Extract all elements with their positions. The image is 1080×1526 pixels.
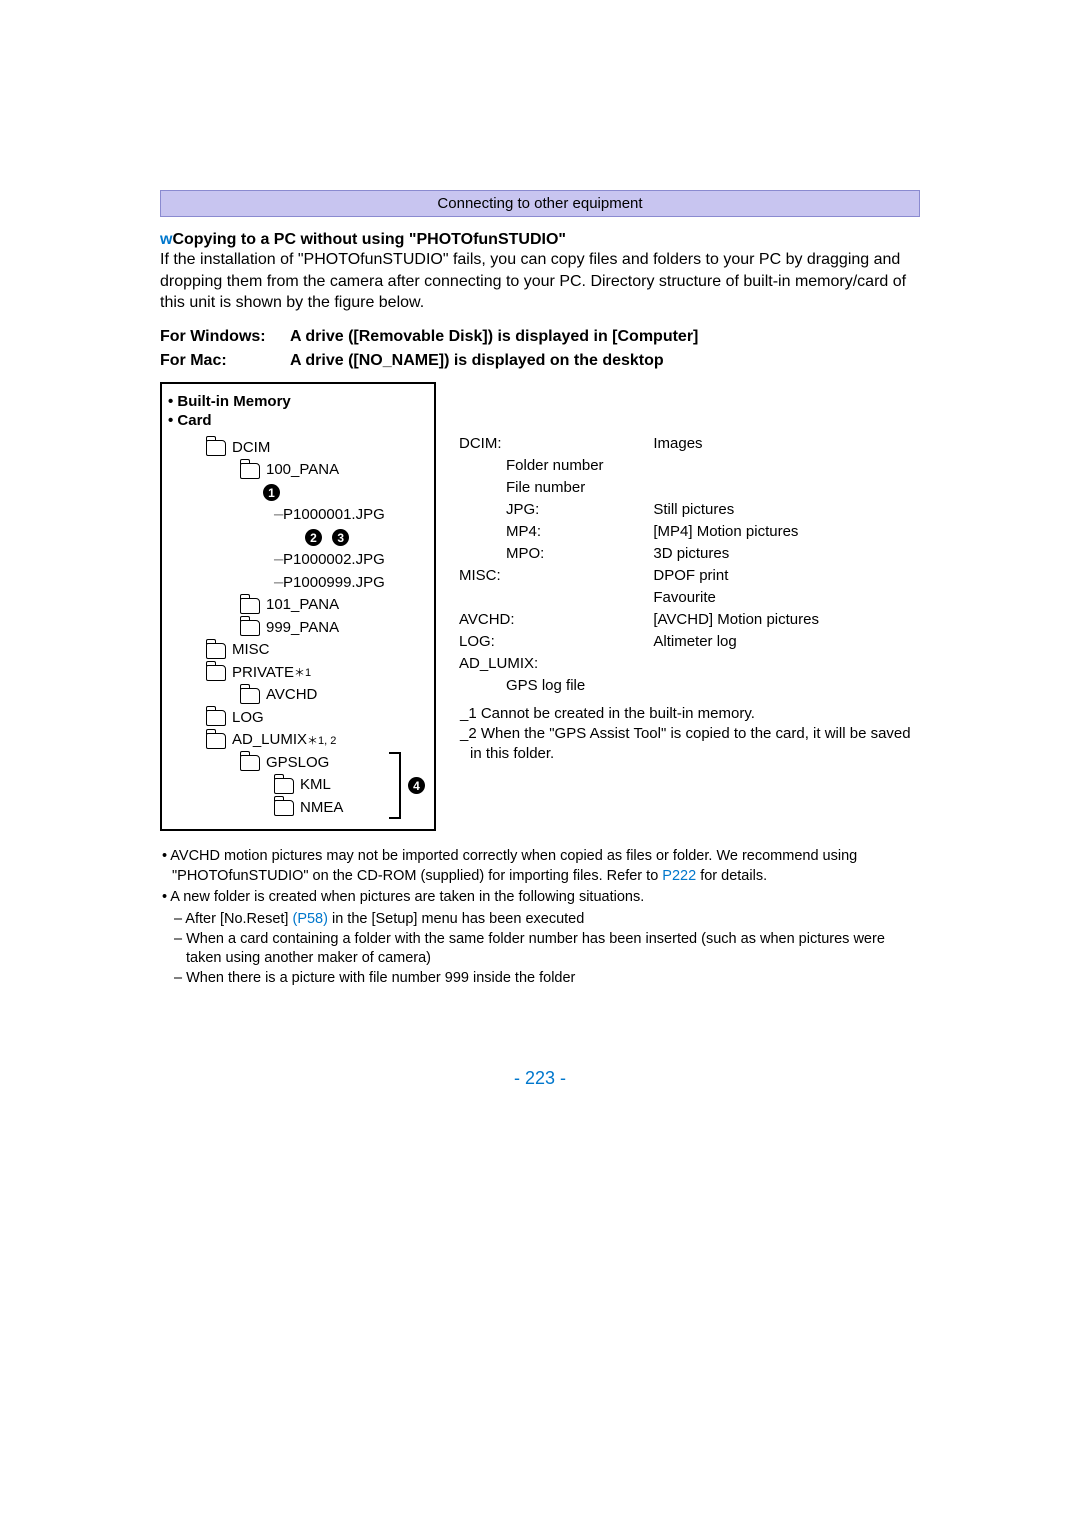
directory-tree-box: • Built-in Memory • Card DCIM 100_PANA 1… <box>160 382 436 832</box>
tree-999pana: 999_PANA <box>266 617 339 640</box>
desc-log-k: LOG: <box>458 632 650 652</box>
title-line: wCopying to a PC without using "PHOTOfun… <box>160 231 920 249</box>
link-p222[interactable]: P222 <box>662 868 696 884</box>
desc-misc-v2: Favourite <box>652 588 918 608</box>
tree-nmea: NMEA <box>300 797 343 820</box>
desc-jpg-k: JPG: <box>458 500 650 520</box>
folder-icon <box>206 643 226 659</box>
tree-100pana: 100_PANA <box>266 459 339 482</box>
folder-icon <box>274 800 294 816</box>
os-list: For Windows: A drive ([Removable Disk]) … <box>160 328 920 370</box>
tree-adlumix: AD_LUMIX <box>232 729 307 752</box>
folder-icon <box>240 463 260 479</box>
tree-kml: KML <box>300 774 331 797</box>
tree-file999: P1000999.JPG <box>283 572 385 595</box>
folder-icon <box>206 665 226 681</box>
tree-private: PRIVATE <box>232 662 294 685</box>
desc-mp4-v: [MP4] Motion pictures <box>652 522 918 542</box>
desc-dcim-v: Images <box>652 434 918 454</box>
mac-text: A drive ([NO_NAME]) is displayed on the … <box>290 352 664 370</box>
desc-avchd-v: [AVCHD] Motion pictures <box>652 610 918 630</box>
tree-header-memory: • Built-in Memory <box>168 392 428 412</box>
sub-noreset-a: – After [No.Reset] <box>174 911 292 927</box>
desc-mp4-k: MP4: <box>458 522 650 542</box>
desc-gps: GPS log file <box>458 676 918 696</box>
tree-dcim: DCIM <box>232 437 270 460</box>
tree-101pana: 101_PANA <box>266 594 339 617</box>
folder-icon <box>206 440 226 456</box>
tree-log: LOG <box>232 707 264 730</box>
directory-tree: DCIM 100_PANA 1 ─ P1000001.JPG 2 3 ─ P1 <box>168 437 428 820</box>
folder-icon <box>240 755 260 771</box>
folder-icon <box>274 778 294 794</box>
title-prefix: w <box>160 231 172 248</box>
sub-card: – When a card containing a folder with t… <box>160 930 920 969</box>
title-text: Copying to a PC without using "PHOTOfunS… <box>172 231 566 248</box>
tree-misc: MISC <box>232 639 270 662</box>
desc-jpg-v: Still pictures <box>652 500 918 520</box>
note-avchd-b: for details. <box>696 868 767 884</box>
description-block: DCIM:Images Folder number File number JP… <box>456 382 920 765</box>
callout-circle-1: 1 <box>263 484 280 501</box>
desc-log-v: Altimeter log <box>652 632 918 652</box>
callout-circle-3: 3 <box>332 529 349 546</box>
desc-ad-k: AD_LUMIX: <box>458 654 918 674</box>
tree-file2: P1000002.JPG <box>283 549 385 572</box>
bottom-notes: • AVCHD motion pictures may not be impor… <box>160 847 920 988</box>
note-newfolder: • A new folder is created when pictures … <box>160 888 920 908</box>
desc-file: File number <box>458 478 918 498</box>
desc-misc-v: DPOF print <box>652 566 918 586</box>
tree-header-card: • Card <box>168 411 428 431</box>
gps-bracket <box>389 752 401 820</box>
diagram-row: • Built-in Memory • Card DCIM 100_PANA 1… <box>160 382 920 832</box>
folder-icon <box>240 620 260 636</box>
tree-gpslog: GPSLOG <box>266 752 329 775</box>
folder-icon <box>240 598 260 614</box>
intro-text: If the installation of "PHOTOfunSTUDIO" … <box>160 249 920 314</box>
sub-999: – When there is a picture with file numb… <box>160 969 920 989</box>
folder-icon <box>206 733 226 749</box>
folder-icon <box>240 688 260 704</box>
page: Connecting to other equipment wCopying t… <box>0 0 1080 1149</box>
desc-folder: Folder number <box>458 456 918 476</box>
section-header: Connecting to other equipment <box>160 190 920 217</box>
footnote-1: _1 Cannot be created in the built-in mem… <box>456 704 920 724</box>
tree-file1: P1000001.JPG <box>283 504 385 527</box>
desc-dcim-k: DCIM: <box>458 434 650 454</box>
windows-label: For Windows: <box>160 328 290 346</box>
desc-mpo-k: MPO: <box>458 544 650 564</box>
footnote-2: _2 When the "GPS Assist Tool" is copied … <box>456 724 920 765</box>
page-number: - 223 - <box>160 1068 920 1089</box>
mac-label: For Mac: <box>160 352 290 370</box>
desc-mpo-v: 3D pictures <box>652 544 918 564</box>
description-table: DCIM:Images Folder number File number JP… <box>456 432 920 698</box>
desc-misc-k: MISC: <box>458 566 650 586</box>
tree-avchd: AVCHD <box>266 684 317 707</box>
windows-text: A drive ([Removable Disk]) is displayed … <box>290 328 698 346</box>
desc-avchd-k: AVCHD: <box>458 610 650 630</box>
callout-circle-4: 4 <box>408 777 425 794</box>
callout-circle-2: 2 <box>305 529 322 546</box>
link-p58[interactable]: (P58) <box>292 911 327 927</box>
sub-noreset-b: in the [Setup] menu has been executed <box>328 911 584 927</box>
folder-icon <box>206 710 226 726</box>
